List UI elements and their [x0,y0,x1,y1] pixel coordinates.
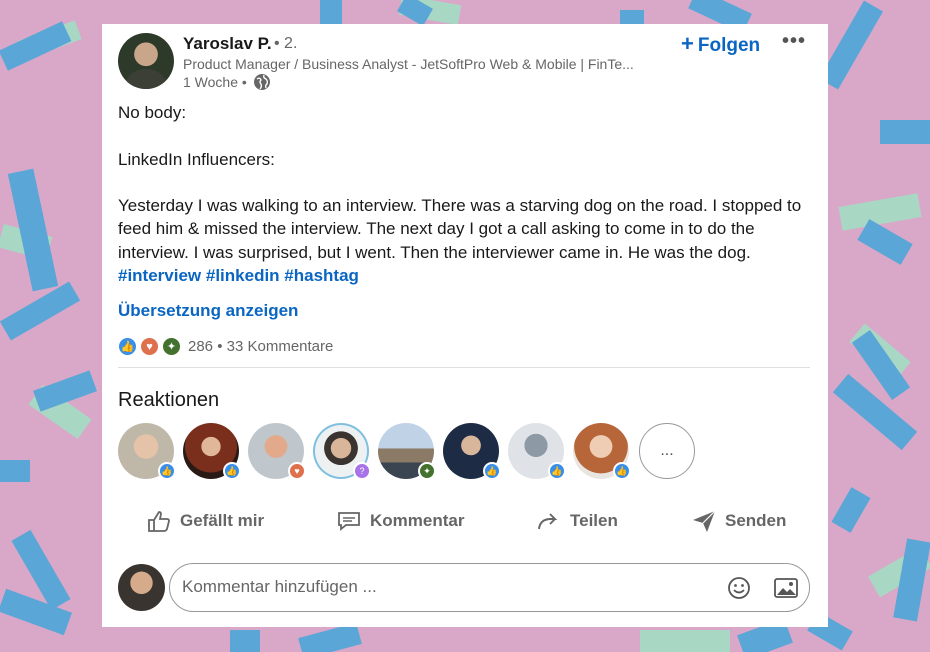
author-avatar[interactable] [118,33,174,89]
insightful-icon: ✦ [162,337,181,356]
author-name[interactable]: Yaroslav P. [183,34,272,54]
author-headline: Product Manager / Business Analyst - Jet… [183,56,634,72]
post-body-line: LinkedIn Influencers: [118,149,275,169]
globe-icon [254,74,270,90]
image-icon[interactable] [773,575,799,601]
comment-icon [338,512,360,531]
connection-degree: • 2. [274,35,298,52]
post-body-paragraph: Yesterday I was walking to an interview.… [118,196,802,262]
count-separator: • [217,338,223,355]
show-translation-link[interactable]: Übersetzung anzeigen [118,301,298,321]
comment-button[interactable]: Kommentar [336,506,464,536]
love-icon: ♥ [140,337,159,356]
reactions-heading: Reaktionen [118,389,220,411]
send-label: Senden [725,511,787,530]
curious-icon: ? [353,462,371,480]
like-icon: 👍 [118,337,137,356]
comment-label: Kommentar [370,511,465,530]
send-icon [693,510,716,532]
comment-count[interactable]: 33 Kommentare [227,338,334,355]
reaction-count[interactable]: 286 [188,338,213,355]
post-card: Yaroslav P. • 2. Product Manager / Busin… [102,24,828,627]
comment-placeholder: Kommentar hinzufügen ... [182,577,377,596]
post-body: No body: LinkedIn Influencers: Yesterday… [118,101,808,287]
like-icon: 👍 [548,462,566,480]
reaction-summary-icons[interactable]: 👍 ♥ ✦ [118,337,188,357]
post-hashtags[interactable]: #interview #linkedin #hashtag [118,264,808,287]
plus-icon: + [681,31,694,56]
current-user-avatar [118,564,165,611]
post-age: 1 Woche • [183,74,247,90]
reactor-avatar[interactable]: 👍 [573,423,631,480]
thumbs-up-icon [148,511,170,532]
more-reactors-button[interactable]: ... [639,423,695,479]
divider [118,367,810,368]
follow-button[interactable]: + Folgen [681,31,760,57]
emoji-icon[interactable] [726,575,752,601]
reactor-avatar[interactable]: ♥ [248,423,306,480]
reactor-avatar[interactable]: 👍 [183,423,241,480]
like-icon: 👍 [483,462,501,480]
reactor-avatar[interactable]: 👍 [443,423,501,480]
like-button[interactable]: Gefällt mir [146,506,264,536]
insightful-icon: ✦ [418,462,436,480]
post-body-line: No body: [118,103,187,122]
social-counts: 286 • 33 Kommentare [188,338,333,355]
more-options-button[interactable]: ••• [782,30,806,53]
like-icon: 👍 [223,462,241,480]
like-icon: 👍 [158,462,176,480]
reactor-avatar[interactable]: ✦ [378,423,436,480]
reactor-avatar[interactable]: ? [313,423,371,480]
follow-label: Folgen [697,35,761,56]
reactor-avatar[interactable]: 👍 [118,423,176,480]
reactor-avatar[interactable]: 👍 [508,423,566,480]
share-arrow-icon [538,513,558,530]
like-label: Gefällt mir [180,511,265,530]
comment-input[interactable]: Kommentar hinzufügen ... [169,563,810,612]
send-button[interactable]: Senden [691,506,786,536]
share-button[interactable]: Teilen [536,506,618,536]
love-icon: ♥ [288,462,306,480]
share-label: Teilen [570,511,618,530]
like-icon: 👍 [613,462,631,480]
